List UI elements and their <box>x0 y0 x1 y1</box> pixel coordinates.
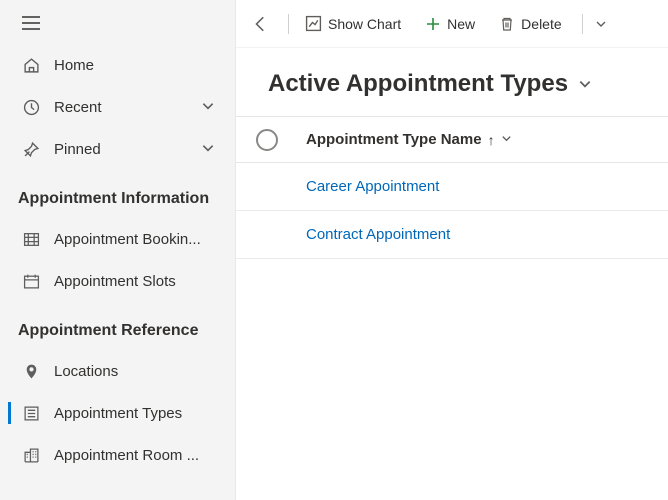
sidebar-item-home[interactable]: Home <box>0 44 235 86</box>
chevron-down-icon <box>201 141 215 158</box>
back-button[interactable] <box>248 6 278 42</box>
select-all-checkbox[interactable] <box>256 129 278 151</box>
sidebar-item-locations[interactable]: Locations <box>0 350 235 392</box>
sidebar-item-label: Pinned <box>54 141 201 158</box>
table-row[interactable]: Career Appointment <box>236 163 668 211</box>
main-content: Show Chart New Delete <box>236 0 668 500</box>
view-title-text: Active Appointment Types <box>268 70 568 98</box>
sidebar-item-label: Appointment Room ... <box>54 447 215 464</box>
home-icon <box>22 56 40 74</box>
chevron-down-icon <box>501 131 512 148</box>
chevron-down-icon <box>201 99 215 116</box>
column-header-name[interactable]: Appointment Type Name ↑ <box>306 131 512 148</box>
table-row[interactable]: Contract Appointment <box>236 211 668 259</box>
sidebar-item-appointment-bookings[interactable]: Appointment Bookin... <box>0 218 235 260</box>
sidebar-item-appointment-slots[interactable]: Appointment Slots <box>0 260 235 302</box>
grid-header-row: Appointment Type Name ↑ <box>236 117 668 163</box>
calendar-grid-icon <box>22 230 40 248</box>
show-chart-button[interactable]: Show Chart <box>295 6 411 42</box>
chevron-down-icon <box>578 70 592 98</box>
trash-icon <box>499 16 515 32</box>
sidebar-item-label: Home <box>54 57 215 74</box>
arrow-left-icon <box>252 15 270 33</box>
calendar-icon <box>22 272 40 290</box>
delete-label: Delete <box>521 16 561 32</box>
building-icon <box>22 446 40 464</box>
record-link[interactable]: Contract Appointment <box>306 226 450 243</box>
clock-icon <box>22 98 40 116</box>
plus-icon <box>425 16 441 32</box>
data-grid: Appointment Type Name ↑ Career Appointme… <box>236 116 668 259</box>
new-label: New <box>447 16 475 32</box>
delete-button[interactable]: Delete <box>489 6 571 42</box>
separator <box>582 14 583 34</box>
hamburger-icon <box>22 16 40 30</box>
list-icon <box>22 404 40 422</box>
sort-ascending-icon: ↑ <box>488 132 495 148</box>
delete-split-button[interactable] <box>589 6 613 42</box>
sidebar-item-label: Appointment Slots <box>54 273 215 290</box>
column-header-label: Appointment Type Name <box>306 131 482 148</box>
record-link[interactable]: Career Appointment <box>306 178 439 195</box>
hamburger-button[interactable] <box>0 6 235 44</box>
chart-icon <box>305 15 322 32</box>
sidebar-item-appointment-room[interactable]: Appointment Room ... <box>0 434 235 476</box>
new-button[interactable]: New <box>415 6 485 42</box>
sidebar-item-label: Appointment Bookin... <box>54 231 215 248</box>
sidebar: Home Recent Pinned Appointment Informati… <box>0 0 236 500</box>
pin-icon <box>22 140 40 158</box>
sidebar-item-label: Appointment Types <box>54 405 215 422</box>
sidebar-item-recent[interactable]: Recent <box>0 86 235 128</box>
sidebar-item-label: Recent <box>54 99 201 116</box>
sidebar-section-appointment-information: Appointment Information <box>0 170 235 218</box>
location-pin-icon <box>22 362 40 380</box>
separator <box>288 14 289 34</box>
chevron-down-icon <box>595 18 607 30</box>
show-chart-label: Show Chart <box>328 16 401 32</box>
sidebar-section-appointment-reference: Appointment Reference <box>0 302 235 350</box>
sidebar-item-appointment-types[interactable]: Appointment Types <box>0 392 235 434</box>
command-bar: Show Chart New Delete <box>236 0 668 48</box>
sidebar-item-label: Locations <box>54 363 215 380</box>
view-selector[interactable]: Active Appointment Types <box>236 48 668 116</box>
sidebar-item-pinned[interactable]: Pinned <box>0 128 235 170</box>
